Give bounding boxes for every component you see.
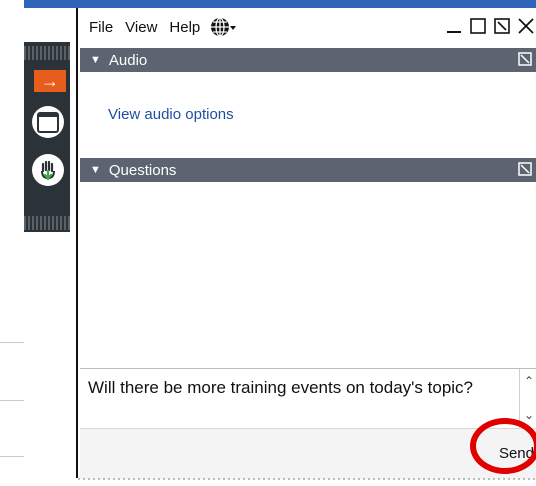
side-rail: → <box>24 8 70 486</box>
questions-section-header[interactable]: ▼ Questions <box>80 158 536 182</box>
collapse-caret-icon[interactable]: ▼ <box>90 54 101 66</box>
question-input[interactable]: Will there be more training events on to… <box>80 368 536 429</box>
rail-panel: → <box>24 42 70 232</box>
rail-grip <box>24 216 70 230</box>
background-app-area <box>0 0 24 486</box>
close-icon[interactable] <box>514 14 536 38</box>
rail-grip <box>24 46 70 60</box>
background-divider <box>0 342 24 343</box>
questions-section-title: Questions <box>108 161 177 179</box>
scroll-up-icon[interactable]: ⌃ <box>523 375 535 387</box>
background-divider <box>0 400 24 401</box>
popout-icon[interactable] <box>518 162 532 176</box>
raise-hand-icon[interactable] <box>32 154 64 186</box>
scroll-down-icon[interactable]: ⌄ <box>523 409 535 421</box>
window-controls <box>442 14 536 38</box>
menu-view[interactable]: View <box>124 19 158 36</box>
maximize-icon[interactable] <box>466 14 490 38</box>
audio-section-body: View audio options <box>80 72 536 158</box>
meeting-panel: File View Help ▼ Audio View audio option… <box>76 8 536 479</box>
arrow-right-icon[interactable]: → <box>34 70 66 92</box>
panel-bottom-border <box>78 478 536 480</box>
audio-section-header[interactable]: ▼ Audio <box>80 48 536 72</box>
question-input-text[interactable]: Will there be more training events on to… <box>88 377 498 399</box>
collapse-caret-icon[interactable]: ▼ <box>90 164 101 176</box>
questions-footer: Send <box>80 428 536 479</box>
menubar: File View Help <box>78 8 536 46</box>
minimize-icon[interactable] <box>442 14 466 38</box>
globe-icon[interactable] <box>209 16 237 38</box>
restore-icon[interactable] <box>490 14 514 38</box>
background-divider <box>0 456 24 457</box>
audio-section-title: Audio <box>108 51 148 69</box>
menu-file[interactable]: File <box>88 19 114 36</box>
input-scrollbar[interactable]: ⌃ ⌄ <box>519 369 536 429</box>
background-app-titlebar <box>0 0 536 8</box>
questions-list <box>80 182 536 368</box>
highlight-annotation-circle <box>470 418 536 474</box>
popout-icon[interactable] <box>518 52 532 66</box>
window-icon[interactable] <box>32 106 64 138</box>
menu-help[interactable]: Help <box>168 19 201 36</box>
view-audio-options-link[interactable]: View audio options <box>108 106 234 123</box>
